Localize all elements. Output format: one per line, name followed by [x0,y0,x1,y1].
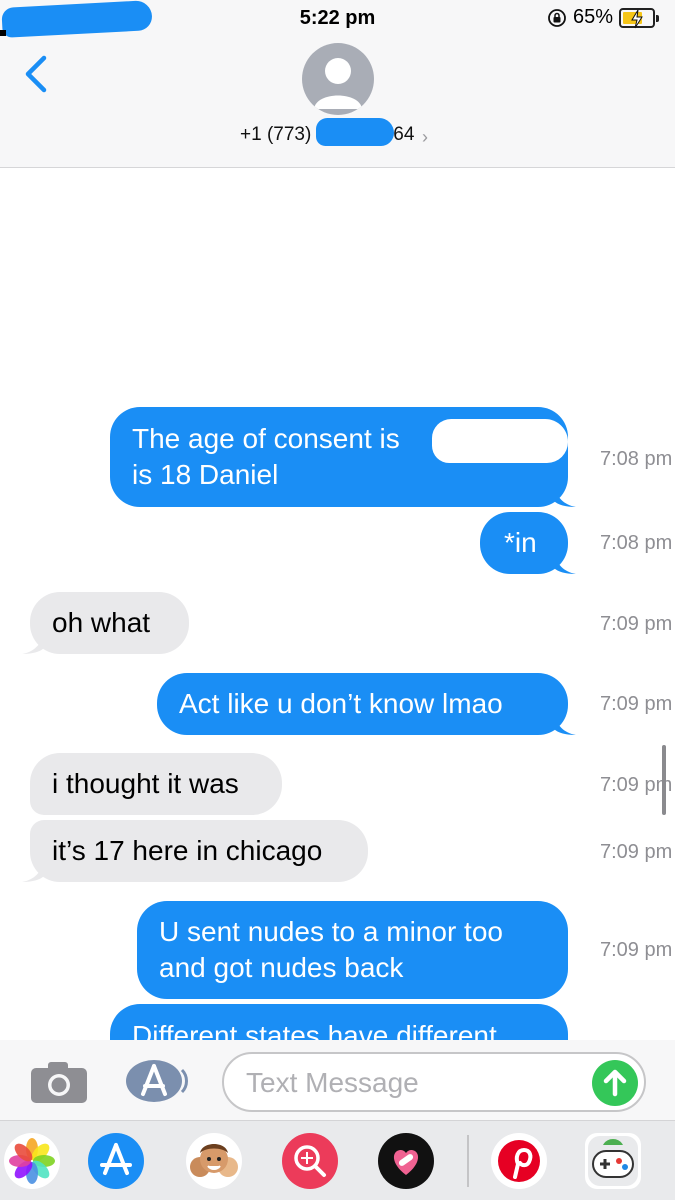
contact-prefix: +1 (773) [240,124,312,145]
message-timestamp: 7:09 pm [600,939,673,961]
message-bubble-received[interactable]: it’s 17 here in chicago [22,820,368,882]
message-line: it’s 17 here in chicago [52,835,323,866]
message-input-field[interactable] [246,1066,576,1100]
message-timestamp: 7:09 pm [600,841,673,863]
message-line: oh what [52,607,151,638]
message-line: *in [504,527,537,558]
game-controller-icon[interactable] [585,1133,641,1189]
message-line: deserve whatever comes to me [50,304,440,335]
message-input[interactable] [222,1052,646,1112]
pinterest-icon[interactable] [491,1133,547,1189]
message-line: U sent nudes to a minor too [159,916,503,947]
camera-icon[interactable] [30,1060,88,1104]
signal-indicator [0,30,6,36]
redaction-mark [432,419,568,463]
contact-suffix: 64 [393,124,415,145]
redaction-mark [316,118,394,146]
message-bubble-sent[interactable]: The age of consent is is 18 Daniel [110,407,576,507]
message-timestamp: 7:08 pm [600,532,673,554]
message-line: did and what i told u i’m sorry i [50,196,427,227]
message-timestamp: 7:09 pm [600,693,673,715]
divider [467,1135,469,1187]
message-line: i thought it was [52,768,239,799]
message-bubble-received[interactable]: oh what [22,592,189,654]
send-button[interactable] [592,1060,638,1106]
message-bubble-sent[interactable]: Act like u don’t know lmao [157,673,576,735]
heart-sticker-icon[interactable] [378,1133,434,1189]
app-store-icon[interactable] [88,1133,144,1189]
compose-bar [0,1040,675,1120]
message-timestamp: 7:09 pm [600,613,673,635]
message-timestamp: 7:08 pm [600,448,673,470]
memoji-icon[interactable] [186,1133,242,1189]
battery-percent: 65% [572,6,613,28]
message-bubble-received[interactable]: i thought it was [30,753,282,815]
contact-avatar[interactable] [302,43,374,115]
status-right: 65% [547,6,659,29]
app-drawer [0,1120,675,1200]
app-store-icon[interactable] [124,1058,190,1104]
photos-icon[interactable] [4,1133,60,1189]
message-bubble-sent[interactable]: U sent nudes to a minor too and got nude… [137,901,568,999]
message-bubble-sent[interactable]: *in [480,512,576,574]
search-images-icon[interactable] [282,1133,338,1189]
send-arrow-icon [603,1069,627,1097]
message-line: ruined relationships for you i’m [50,232,430,263]
message-line: and got nudes back [159,952,404,983]
scroll-indicator[interactable] [662,745,666,815]
chevron-right-icon[interactable]: › [422,127,428,148]
message-line: Act like u don’t know lmao [179,688,503,719]
message-line: a fucked up person and i [50,268,357,299]
message-line: is 18 Daniel [132,459,279,490]
battery-icon [619,7,659,28]
message-bubble-received[interactable]: for my actions and i hate what i did and… [12,150,508,390]
orientation-lock-icon [548,8,566,27]
message-line: i’m sorry [50,340,156,371]
conversation-header: 5:22 pm 65% +1 (773) 64 › [0,0,675,168]
message-line: The age of consent is [132,423,400,454]
chevron-left-icon[interactable] [22,54,50,94]
